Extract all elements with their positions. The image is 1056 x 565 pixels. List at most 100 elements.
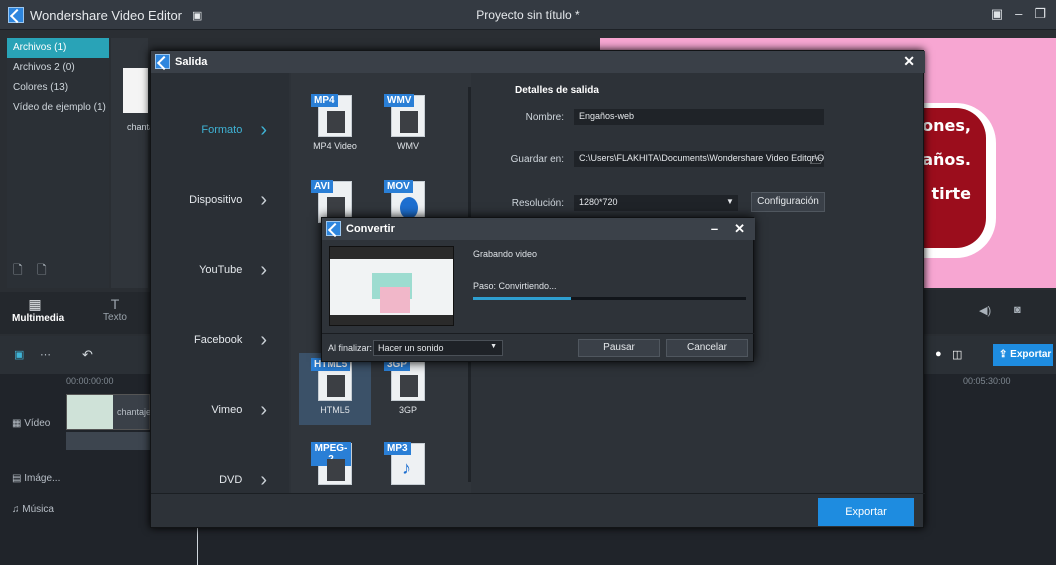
close-icon[interactable]: ✕ bbox=[903, 53, 915, 70]
convert-dialog-header: Convertir – ✕ bbox=[322, 218, 755, 240]
pause-button[interactable]: Pausar bbox=[578, 339, 660, 357]
track-image-label: ▤ Imáge... bbox=[12, 473, 60, 484]
convert-window-controls: – ✕ bbox=[711, 221, 745, 237]
chevron-down-icon[interactable]: ▼ bbox=[726, 197, 734, 206]
cancel-button[interactable]: Cancelar bbox=[666, 339, 748, 357]
export-icon: ⇪ bbox=[999, 349, 1008, 360]
preview-text-3: tirte bbox=[931, 184, 971, 203]
finish-select[interactable]: Hacer un sonido ▼ bbox=[373, 340, 503, 356]
volume-icon[interactable]: ◀) bbox=[979, 304, 991, 317]
tab-texto[interactable]: T Texto bbox=[95, 296, 135, 323]
preview-text-1: ones, bbox=[922, 116, 971, 135]
chevron-right-icon: › bbox=[260, 328, 267, 351]
grid-icon[interactable]: ⋯ bbox=[40, 348, 51, 361]
mode-tabs: ▦ Multimedia T Texto bbox=[0, 292, 150, 334]
category-dispositivo[interactable]: Dispositivo › bbox=[151, 170, 289, 230]
audio-waveform[interactable] bbox=[66, 432, 150, 450]
minimize-icon[interactable]: – bbox=[1015, 6, 1022, 22]
library-item-video-ejemplo[interactable]: Vídeo de ejemplo (1) bbox=[7, 98, 109, 118]
category-facebook[interactable]: Facebook › bbox=[151, 310, 289, 370]
clip-thumbnail[interactable] bbox=[123, 68, 148, 113]
category-vimeo-label: Vimeo bbox=[211, 404, 243, 416]
chevron-right-icon: › bbox=[260, 398, 267, 421]
library-item-archivos-2[interactable]: Archivos 2 (0) bbox=[7, 58, 109, 78]
film-strip bbox=[327, 111, 345, 133]
marker-icon[interactable]: ● bbox=[935, 348, 942, 360]
format-badge: AVI bbox=[311, 180, 333, 193]
restore-icon[interactable]: ❐ bbox=[1034, 6, 1046, 22]
dialog-logo-icon bbox=[155, 54, 170, 69]
format-mp4[interactable]: MP4 MP4 Video bbox=[303, 94, 367, 151]
format-mp3[interactable]: MP3 ♪ bbox=[376, 442, 440, 489]
timecode-end: 00:05:30:00 bbox=[963, 376, 1011, 386]
film-strip bbox=[327, 197, 345, 219]
undo-icon[interactable]: ↶ bbox=[82, 347, 93, 363]
multimedia-icon: ▦ bbox=[28, 296, 42, 312]
timeline-clip[interactable]: chantaje bbox=[66, 394, 151, 430]
preview-text-2: años. bbox=[922, 150, 971, 169]
export-button[interactable]: ⇪ Exportar bbox=[993, 344, 1053, 366]
mp3-file-icon: MP3 ♪ bbox=[384, 442, 425, 485]
resolution-label: Resolución: bbox=[511, 198, 564, 209]
output-dialog-header: Salida ✕ bbox=[151, 51, 925, 73]
convert-progress-fill bbox=[473, 297, 572, 300]
format-wmv[interactable]: WMV WMV bbox=[376, 94, 440, 151]
format-mpeg2[interactable]: MPEG-2 bbox=[303, 442, 367, 489]
chevron-down-icon: ▼ bbox=[490, 343, 497, 350]
add-folder-icon[interactable]: 🗋 bbox=[13, 261, 23, 282]
remove-folder-icon[interactable]: 🗋 bbox=[37, 261, 47, 282]
name-field[interactable]: Engaños-web bbox=[574, 109, 824, 125]
format-3gp[interactable]: 3GP 3GP bbox=[376, 358, 440, 415]
playhead[interactable] bbox=[197, 528, 198, 565]
film-strip bbox=[327, 459, 345, 481]
tab-multimedia-label: Multimedia bbox=[12, 313, 65, 324]
output-categories: Formato › Dispositivo › YouTube › Facebook ›… bbox=[151, 73, 289, 493]
tab-multimedia[interactable]: ▦ Multimedia bbox=[12, 296, 65, 324]
thumb-figure-2 bbox=[380, 287, 410, 313]
configuration-button[interactable]: Configuración bbox=[751, 192, 825, 212]
chevron-right-icon: › bbox=[260, 468, 267, 491]
dialog-export-button[interactable]: Exportar bbox=[818, 498, 914, 526]
finish-label: Al finalizar: bbox=[328, 343, 373, 353]
html5-file-icon: HTML5 bbox=[311, 358, 352, 401]
minimize-icon[interactable]: – bbox=[711, 221, 718, 237]
save-path-field[interactable]: C:\Users\FLAKHITA\Documents\Wondershare … bbox=[574, 151, 824, 167]
save-label: Guardar en: bbox=[510, 154, 564, 165]
folder-icon[interactable]: 🗁 bbox=[810, 152, 824, 171]
track-music-label: ♫ Música bbox=[12, 504, 54, 515]
snapshot-timeline-icon[interactable]: ◫ bbox=[952, 348, 962, 361]
close-icon[interactable]: ✕ bbox=[734, 221, 745, 237]
resolution-select[interactable]: 1280*720 bbox=[574, 195, 738, 211]
track-image-text: Imáge... bbox=[24, 473, 61, 484]
mp4-file-icon: MP4 bbox=[311, 94, 352, 137]
format-label: MP4 Video bbox=[313, 141, 357, 151]
convert-logo-icon bbox=[326, 221, 341, 236]
chevron-right-icon: › bbox=[260, 188, 267, 211]
convert-dialog-title: Convertir bbox=[346, 223, 395, 235]
track-music-text: Música bbox=[22, 504, 54, 515]
convert-status: Grabando video bbox=[473, 249, 538, 259]
category-dvd[interactable]: DVD › bbox=[151, 450, 289, 510]
category-facebook-label: Facebook bbox=[194, 334, 243, 346]
snapshot-icon[interactable]: ◙ bbox=[1014, 304, 1021, 316]
library-item-archivos-1[interactable]: Archivos (1) bbox=[7, 38, 109, 58]
library-item-colores[interactable]: Colores (13) bbox=[7, 78, 109, 98]
finish-select-value: Hacer un sonido bbox=[378, 343, 444, 353]
format-html5[interactable]: HTML5 HTML5 bbox=[299, 353, 371, 425]
film-strip bbox=[400, 111, 418, 133]
media-library-sidebar: Archivos (1) Archivos 2 (0) Colores (13)… bbox=[7, 38, 109, 288]
title-bar: Wondershare Video Editor ▣ Proyecto sin … bbox=[0, 0, 1056, 30]
film-strip bbox=[400, 375, 418, 397]
chevron-right-icon: › bbox=[260, 258, 267, 281]
image-icon: ▤ bbox=[12, 473, 25, 484]
format-badge: MOV bbox=[384, 180, 413, 193]
zoom-fit-icon[interactable]: ▣ bbox=[14, 348, 24, 361]
format-badge: WMV bbox=[384, 94, 415, 107]
category-youtube[interactable]: YouTube › bbox=[151, 240, 289, 300]
format-label: 3GP bbox=[398, 405, 417, 415]
menu-icon[interactable]: ▣ bbox=[991, 6, 1003, 22]
category-formato[interactable]: Formato › bbox=[151, 100, 289, 160]
category-youtube-label: YouTube bbox=[199, 264, 243, 276]
details-heading: Detalles de salida bbox=[515, 85, 599, 96]
category-vimeo[interactable]: Vimeo › bbox=[151, 380, 289, 440]
